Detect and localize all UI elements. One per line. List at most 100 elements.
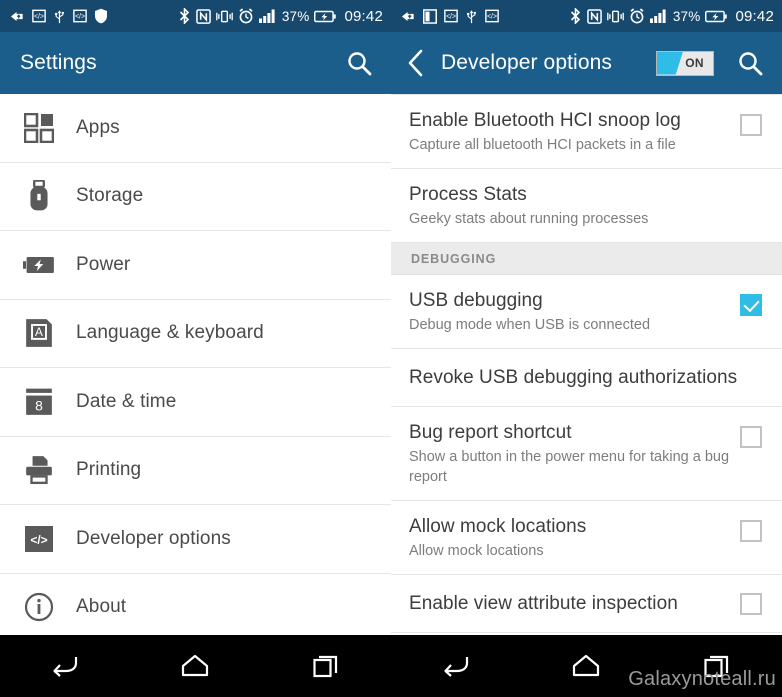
list-item-subtitle: Capture all bluetooth HCI packets in a f… bbox=[409, 137, 676, 153]
checkbox-allow-mock-locations[interactable] bbox=[740, 520, 762, 542]
sidebar-item-label: Power bbox=[76, 253, 131, 275]
sidebar-item-language-keyboard[interactable]: A Language & keyboard bbox=[0, 299, 391, 368]
sidebar-item-label: Printing bbox=[76, 459, 142, 481]
recents-icon[interactable] bbox=[291, 635, 361, 697]
alarm-icon bbox=[629, 8, 645, 24]
page-title: Developer options bbox=[441, 51, 612, 74]
screenshot-root: </> </> 37% 09:42 Settings Apps Storage … bbox=[0, 0, 782, 697]
signal-icon bbox=[649, 9, 668, 23]
sidebar-item-label: Storage bbox=[76, 185, 144, 207]
list-item-enable-view-attribute-inspection[interactable]: Enable view attribute inspection bbox=[391, 575, 782, 633]
sidebar-item-label: Language & keyboard bbox=[76, 322, 264, 344]
calendar-8-icon: 8 bbox=[20, 387, 58, 417]
usb-drive-icon bbox=[20, 180, 58, 212]
system-nav-bar-right: Galaxynoteall.ru bbox=[391, 635, 782, 697]
code-badge-icon: </> bbox=[73, 9, 87, 23]
printer-icon bbox=[20, 455, 58, 485]
status-bar-left-icons: </> </> bbox=[401, 8, 499, 24]
sidebar-item-label: Developer options bbox=[76, 527, 231, 549]
sidebar-item-developer-options[interactable]: </> Developer options bbox=[0, 505, 391, 574]
back-arrow-badge-icon bbox=[401, 9, 416, 24]
status-bar-right: </> </> 37% 09:42 bbox=[391, 0, 782, 32]
home-icon[interactable] bbox=[551, 635, 621, 697]
list-item-subtitle: Debug mode when USB is connected bbox=[409, 317, 651, 333]
sidebar-item-apps[interactable]: Apps bbox=[0, 94, 391, 163]
battery-bolt-icon bbox=[20, 255, 58, 275]
svg-text:</>: </> bbox=[34, 14, 44, 21]
checkbox-bug-report-shortcut[interactable] bbox=[740, 426, 762, 448]
vibrate-icon bbox=[215, 9, 233, 24]
developer-options-toggle[interactable]: ON bbox=[656, 50, 714, 76]
sidebar-item-printing[interactable]: Printing bbox=[0, 436, 391, 505]
nfc-icon bbox=[196, 8, 211, 24]
back-icon[interactable] bbox=[421, 635, 491, 697]
split-screen-icon bbox=[423, 8, 437, 24]
info-circle-icon bbox=[20, 592, 58, 622]
back-arrow-badge-icon bbox=[10, 9, 25, 24]
chevron-left-icon[interactable] bbox=[405, 48, 427, 78]
svg-text:</>: </> bbox=[487, 14, 497, 21]
status-bar-left-icons: </> </> bbox=[10, 8, 108, 24]
list-item-bug-report-shortcut[interactable]: Bug report shortcut Show a button in the… bbox=[391, 407, 782, 501]
bluetooth-icon bbox=[569, 8, 582, 24]
shield-icon bbox=[94, 8, 108, 24]
code-badge-icon: </> bbox=[444, 9, 458, 23]
svg-text:8: 8 bbox=[35, 397, 43, 413]
settings-action-bar: Settings bbox=[0, 32, 391, 94]
list-item-process-stats[interactable]: Process Stats Geeky stats about running … bbox=[391, 169, 782, 243]
list-item-title: Bug report shortcut bbox=[409, 422, 572, 443]
status-bar-right-icons: 37% 09:42 bbox=[178, 8, 383, 25]
list-item-usb-debugging[interactable]: USB debugging Debug mode when USB is con… bbox=[391, 275, 782, 349]
battery-percent-label: 37% bbox=[281, 8, 310, 24]
status-bar-right-icons: 37% 09:42 bbox=[569, 8, 774, 25]
list-item-allow-mock-locations[interactable]: Allow mock locations Allow mock location… bbox=[391, 501, 782, 575]
search-icon[interactable] bbox=[345, 49, 373, 77]
system-nav-bar-left bbox=[0, 635, 391, 697]
battery-icon bbox=[705, 10, 728, 23]
list-item-title: Revoke USB debugging authorizations bbox=[409, 367, 738, 388]
sidebar-item-power[interactable]: Power bbox=[0, 231, 391, 300]
list-item-title: Enable Bluetooth HCI snoop log bbox=[409, 110, 681, 131]
home-icon[interactable] bbox=[160, 635, 230, 697]
language-a-icon: A bbox=[20, 318, 58, 348]
nfc-icon bbox=[587, 8, 602, 24]
list-item-revoke-usb-debugging-authorizations[interactable]: Revoke USB debugging authorizations bbox=[391, 349, 782, 407]
sidebar-item-label: About bbox=[76, 596, 127, 618]
settings-list: Apps Storage Power A Language & keyboard bbox=[0, 94, 391, 635]
checkbox-enable-view-attribute-inspection[interactable] bbox=[740, 592, 762, 615]
back-icon[interactable] bbox=[30, 635, 100, 697]
battery-icon bbox=[314, 10, 337, 23]
developer-options-screen: </> </> 37% 09:42 Developer options ON E… bbox=[391, 0, 782, 697]
svg-text:</>: </> bbox=[75, 14, 85, 21]
list-item-title: Allow mock locations bbox=[409, 516, 587, 537]
svg-text:</>: </> bbox=[446, 14, 456, 21]
list-item-bluetooth-hci-snoop-log[interactable]: Enable Bluetooth HCI snoop log Capture a… bbox=[391, 95, 782, 169]
svg-text:A: A bbox=[35, 326, 43, 339]
list-item-subtitle: Geeky stats about running processes bbox=[409, 211, 649, 227]
recents-icon[interactable] bbox=[682, 635, 752, 697]
apps-grid-icon bbox=[20, 112, 58, 143]
code-brackets-icon: </> bbox=[20, 525, 58, 553]
checkbox-bluetooth-hci-snoop-log[interactable] bbox=[740, 114, 762, 136]
bluetooth-icon bbox=[178, 8, 191, 24]
code-badge-icon: </> bbox=[485, 9, 499, 23]
settings-screen: </> </> 37% 09:42 Settings Apps Storage … bbox=[0, 0, 391, 697]
clock-label: 09:42 bbox=[344, 7, 383, 25]
toggle-label: ON bbox=[685, 56, 704, 70]
sidebar-item-about[interactable]: About bbox=[0, 573, 391, 635]
list-item-title: Enable view attribute inspection bbox=[409, 593, 678, 614]
sidebar-item-label: Date & time bbox=[76, 390, 177, 412]
list-item-subtitle: Show a button in the power menu for taki… bbox=[409, 449, 730, 485]
sidebar-item-date-time[interactable]: 8 Date & time bbox=[0, 368, 391, 437]
sidebar-item-storage[interactable]: Storage bbox=[0, 162, 391, 231]
list-item-title: Process Stats bbox=[409, 184, 527, 205]
signal-icon bbox=[258, 9, 277, 23]
developer-options-list: Enable Bluetooth HCI snoop log Capture a… bbox=[391, 94, 782, 635]
alarm-icon bbox=[238, 8, 254, 24]
list-item-subtitle: Allow mock locations bbox=[409, 543, 544, 559]
search-icon[interactable] bbox=[736, 49, 764, 77]
vibrate-icon bbox=[606, 9, 624, 24]
clock-label: 09:42 bbox=[735, 7, 774, 25]
checkbox-usb-debugging[interactable] bbox=[740, 294, 762, 316]
usb-icon bbox=[465, 9, 478, 24]
